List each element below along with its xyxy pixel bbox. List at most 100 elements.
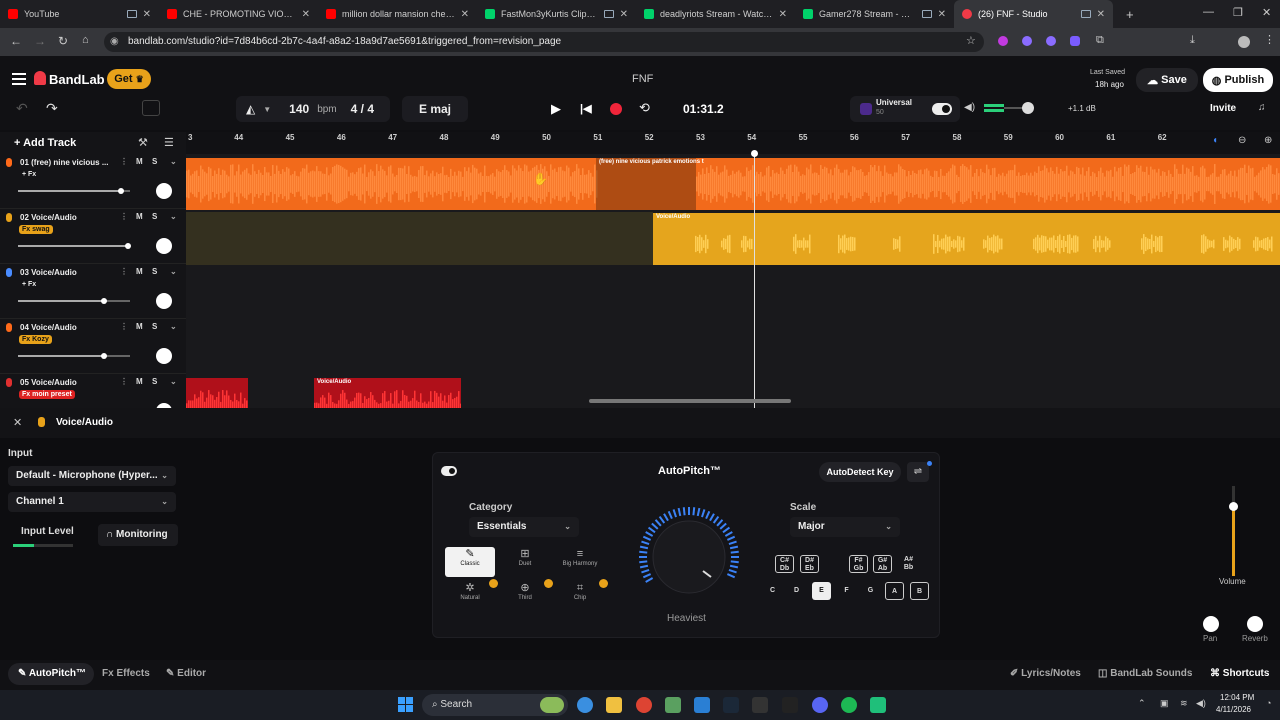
zoom-in-icon[interactable]: ⊕ (1264, 135, 1272, 146)
close-icon[interactable]: ✕ (1097, 9, 1105, 20)
tab-autopitch[interactable]: ✎ AutoPitch™ (8, 663, 94, 685)
scale-key-d[interactable]: D (787, 582, 806, 600)
scale-key-sharp[interactable]: D# Eb (800, 555, 819, 573)
zoom-out-icon[interactable]: ⊖ (1238, 135, 1246, 146)
universal-toggle[interactable] (932, 103, 952, 115)
spotify-icon[interactable] (841, 697, 857, 713)
photos-icon[interactable] (694, 697, 710, 713)
preset-big-harmony[interactable]: ≡ Big Harmony (555, 547, 605, 577)
puzzle-icon[interactable]: ⧉ (1096, 34, 1104, 47)
volume-handle[interactable] (101, 298, 108, 304)
new-tab-icon[interactable]: + (1126, 7, 1134, 22)
preset-third[interactable]: ⊕ Third (500, 581, 550, 611)
track-volume-slider[interactable] (18, 298, 130, 304)
track-name[interactable]: 02 Voice/Audio (20, 213, 77, 222)
snap-magnet-icon[interactable]: ◖ (1212, 135, 1218, 146)
track-header[interactable]: 01 (free) nine vicious ... ⋮ M S ⌄ + Fx (0, 154, 186, 209)
notification-icon[interactable]: ◔ (1266, 698, 1271, 708)
file-explorer-icon[interactable] (606, 697, 622, 713)
solo-button[interactable]: S (152, 267, 157, 276)
track5-region[interactable]: Voice/Audio (314, 378, 461, 408)
track-volume-slider[interactable] (18, 353, 130, 359)
wifi-icon[interactable]: ≋ (1180, 698, 1188, 709)
solo-button[interactable]: S (152, 157, 157, 166)
bpm-value[interactable]: 140 (289, 102, 309, 116)
redo-icon[interactable]: ↷ (46, 100, 58, 117)
track-volume-slider[interactable] (18, 243, 131, 249)
mute-button[interactable]: M (136, 212, 143, 221)
track-volume-slider[interactable] (18, 188, 130, 194)
scale-select[interactable]: Major ⌄ (790, 517, 900, 537)
fx-button[interactable]: Fx Kozy (19, 335, 52, 344)
chrome-icon[interactable] (636, 697, 652, 713)
record-button[interactable] (610, 103, 622, 115)
scale-key-sharp[interactable]: C# Db (775, 555, 794, 573)
volume-handle[interactable] (118, 188, 125, 194)
volume-icon[interactable]: ◀) (1196, 698, 1206, 709)
close-icon[interactable]: ✕ (779, 9, 787, 20)
tray-icon[interactable]: ▣ (1160, 698, 1169, 709)
timeline-ruler[interactable]: 3 44 45 46 47 48 49 50 51 52 53 54 55 56 57 58 59 60 61 62 (186, 132, 1280, 154)
save-button[interactable]: ☁ Save (1136, 68, 1198, 92)
more-icon[interactable]: ⋮ (120, 212, 128, 221)
bell-icon[interactable]: ♫ (1258, 102, 1266, 113)
clock-time[interactable]: 12:04 PM (1220, 693, 1254, 702)
fx-button[interactable]: + Fx (19, 280, 39, 289)
master-volume-slider[interactable] (984, 102, 1036, 114)
track-settings-icon[interactable]: ☰ (164, 136, 174, 149)
mute-button[interactable]: M (136, 157, 143, 166)
site-info-icon[interactable]: ◉ (110, 32, 119, 52)
pan-knob[interactable] (1203, 616, 1219, 632)
scale-key-b[interactable]: B (910, 582, 929, 600)
sliders-icon[interactable]: ⇌ (907, 462, 929, 482)
track1-region[interactable]: (free) nine vicious patrick emotions t (186, 158, 1280, 210)
preset-duet[interactable]: ⊞ Duet (500, 547, 550, 577)
mute-button[interactable]: M (136, 267, 143, 276)
skip-to-start-icon[interactable]: |◀ (580, 102, 592, 115)
loop-icon[interactable]: ⟲ (639, 100, 650, 116)
scale-key-sharp[interactable]: F# Gb (849, 555, 868, 573)
channel-select[interactable]: Channel 1 ⌄ (8, 492, 176, 512)
close-icon[interactable]: ✕ (461, 9, 469, 20)
home-icon[interactable]: ⌂ (82, 34, 89, 46)
add-track-button[interactable]: + Add Track (14, 137, 76, 149)
track-header[interactable]: 02 Voice/Audio ⋮ M S ⌄ Fx swag (0, 209, 186, 264)
scale-key-sharp[interactable]: G# Ab (873, 555, 892, 573)
extension-icon[interactable] (1022, 36, 1032, 46)
more-icon[interactable]: ⋮ (120, 322, 128, 331)
browser-tab[interactable]: YouTube ✕ (0, 0, 159, 28)
track-header[interactable]: 03 Voice/Audio ⋮ M S ⌄ + Fx (0, 264, 186, 319)
chevron-down-icon[interactable]: ⌄ (170, 157, 177, 166)
pitch-dial[interactable] (631, 507, 747, 607)
browser-tab[interactable]: CHE - PROMOTING VIOLEN ✕ (159, 0, 318, 28)
scale-key-a[interactable]: A (885, 582, 904, 600)
app-icon[interactable] (870, 697, 886, 713)
more-icon[interactable]: ⋮ (120, 267, 128, 276)
forward-icon[interactable]: → (34, 34, 46, 48)
browser-tab[interactable]: million dollar mansion che type ✕ (318, 0, 477, 28)
download-icon[interactable]: ⤓ (1190, 34, 1195, 47)
chevron-down-icon[interactable]: ⌄ (170, 322, 177, 331)
mute-button[interactable]: M (136, 377, 143, 386)
project-title[interactable]: FNF (632, 73, 653, 85)
lyrics-notes-button[interactable]: ✐ Lyrics/Notes (1010, 668, 1081, 679)
reverb-knob[interactable] (1247, 616, 1263, 632)
close-icon[interactable]: ✕ (143, 9, 151, 20)
fx-button[interactable]: Fx swag (19, 225, 53, 234)
browser-tab[interactable]: Gamer278 Stream - Watch Live ✕ (795, 0, 954, 28)
scale-key-c[interactable]: C (763, 582, 782, 600)
fx-button[interactable]: + Fx (19, 170, 39, 179)
more-icon[interactable]: ⋮ (120, 377, 128, 386)
track2-region[interactable]: Voice/Audio (653, 213, 1280, 265)
settings-app-icon[interactable] (577, 697, 593, 713)
category-select[interactable]: Essentials ⌄ (469, 517, 579, 537)
monitoring-button[interactable]: ∩ Monitoring (98, 524, 178, 546)
time-signature[interactable]: 4 / 4 (351, 102, 374, 116)
tab-effects[interactable]: Fx Effects (102, 668, 150, 679)
epic-games-icon[interactable] (752, 697, 768, 713)
key-selector[interactable]: E maj (402, 96, 468, 122)
extension-icon[interactable] (998, 36, 1008, 46)
chevron-down-icon[interactable]: ⌄ (170, 212, 177, 221)
clock-date[interactable]: 4/11/2026 (1216, 705, 1251, 714)
track-header[interactable]: 04 Voice/Audio ⋮ M S ⌄ Fx Kozy (0, 319, 186, 374)
